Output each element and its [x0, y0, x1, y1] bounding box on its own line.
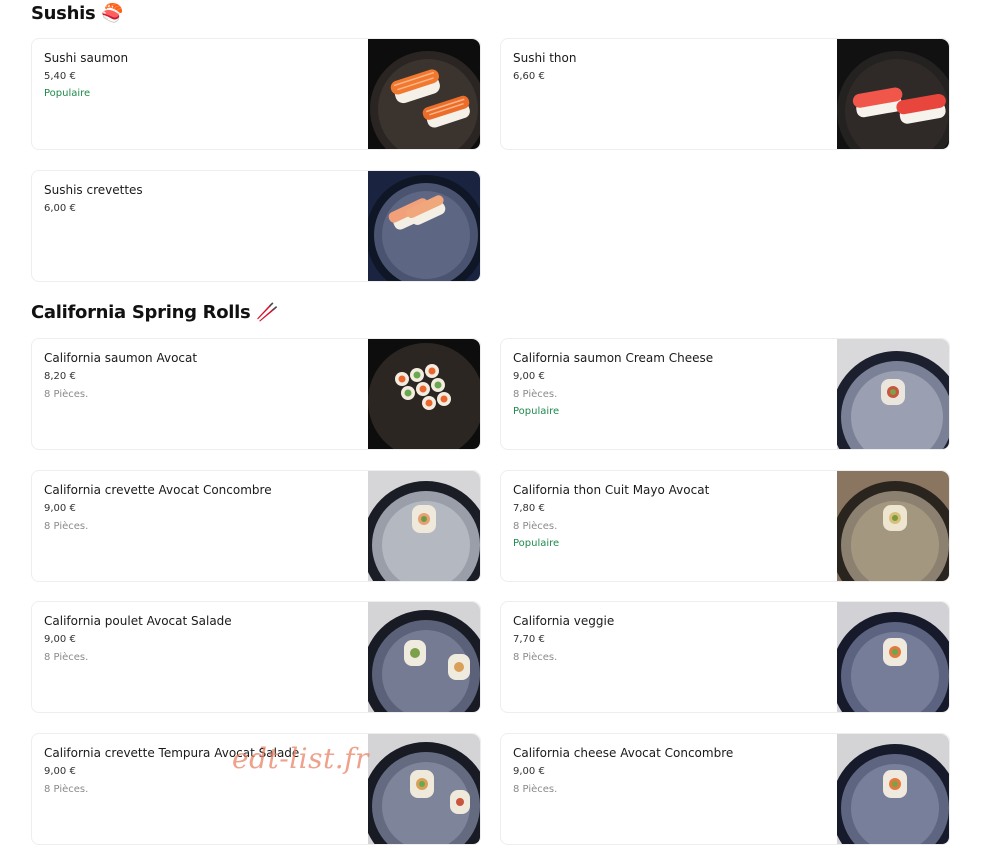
item-price: 8,20 € — [44, 371, 76, 382]
popular-badge: Populaire — [44, 88, 91, 99]
item-photo — [837, 734, 949, 844]
item-name: Sushi thon — [513, 51, 577, 65]
item-photo — [837, 471, 949, 581]
item-description: 8 Pièces. — [44, 521, 89, 532]
section-title-sushis: Sushis 🍣 — [31, 3, 124, 24]
item-name: Sushi saumon — [44, 51, 129, 65]
menu-item-card[interactable]: California saumon Avocat 8,20 € 8 Pièces… — [31, 338, 481, 450]
item-photo — [368, 171, 480, 281]
item-photo — [368, 471, 480, 581]
item-price: 6,00 € — [44, 203, 76, 214]
section-title-text: Sushis — [31, 3, 96, 24]
item-name: California thon Cuit Mayo Avocat — [513, 483, 710, 497]
item-name: California crevette Tempura Avocat Salad… — [44, 746, 300, 760]
item-price: 9,00 € — [44, 766, 76, 777]
item-price: 9,00 € — [44, 503, 76, 514]
item-price: 9,00 € — [513, 371, 545, 382]
item-photo — [837, 602, 949, 712]
menu-item-card[interactable]: California veggie 7,70 € 8 Pièces. — [500, 601, 950, 713]
popular-badge: Populaire — [513, 406, 560, 417]
item-name: California poulet Avocat Salade — [44, 614, 232, 628]
item-description: 8 Pièces. — [44, 652, 89, 663]
item-description: 8 Pièces. — [513, 784, 558, 795]
item-name: California cheese Avocat Concombre — [513, 746, 734, 760]
menu-item-card[interactable]: California crevette Tempura Avocat Salad… — [31, 733, 481, 845]
chopsticks-icon: 🥢 — [256, 302, 279, 323]
menu-item-card[interactable]: Sushi thon 6,60 € — [500, 38, 950, 150]
item-description: 8 Pièces. — [513, 521, 558, 532]
item-price: 7,70 € — [513, 634, 545, 645]
item-price: 7,80 € — [513, 503, 545, 514]
item-name: California crevette Avocat Concombre — [44, 483, 272, 497]
item-description: 8 Pièces. — [513, 389, 558, 400]
item-name: California saumon Cream Cheese — [513, 351, 714, 365]
item-price: 9,00 € — [513, 766, 545, 777]
item-name: Sushis crevettes — [44, 183, 143, 197]
menu-item-card[interactable]: California poulet Avocat Salade 9,00 € 8… — [31, 601, 481, 713]
item-description: 8 Pièces. — [513, 652, 558, 663]
section-title-california: California Spring Rolls 🥢 — [31, 302, 279, 323]
menu-item-card[interactable]: Sushis crevettes 6,00 € — [31, 170, 481, 282]
item-photo — [837, 339, 949, 449]
menu-item-card[interactable]: California thon Cuit Mayo Avocat 7,80 € … — [500, 470, 950, 582]
menu-item-card[interactable]: Sushi saumon 5,40 € Populaire — [31, 38, 481, 150]
popular-badge: Populaire — [513, 538, 560, 549]
menu-item-card[interactable]: California crevette Avocat Concombre 9,0… — [31, 470, 481, 582]
item-description: 8 Pièces. — [44, 784, 89, 795]
menu-item-card[interactable]: California cheese Avocat Concombre 9,00 … — [500, 733, 950, 845]
section-title-text: California Spring Rolls — [31, 302, 251, 323]
item-photo — [368, 339, 480, 449]
item-photo — [368, 734, 480, 844]
item-name: California veggie — [513, 614, 615, 628]
sushi-icon: 🍣 — [101, 3, 124, 24]
menu-item-card[interactable]: California saumon Cream Cheese 9,00 € 8 … — [500, 338, 950, 450]
item-price: 6,60 € — [513, 71, 545, 82]
item-price: 5,40 € — [44, 71, 76, 82]
item-description: 8 Pièces. — [44, 389, 89, 400]
menu-page: Sushis 🍣 Sushi saumon 5,40 € Populaire S… — [0, 0, 989, 861]
item-photo — [368, 602, 480, 712]
item-photo — [837, 39, 949, 149]
item-name: California saumon Avocat — [44, 351, 198, 365]
item-photo — [368, 39, 480, 149]
item-price: 9,00 € — [44, 634, 76, 645]
